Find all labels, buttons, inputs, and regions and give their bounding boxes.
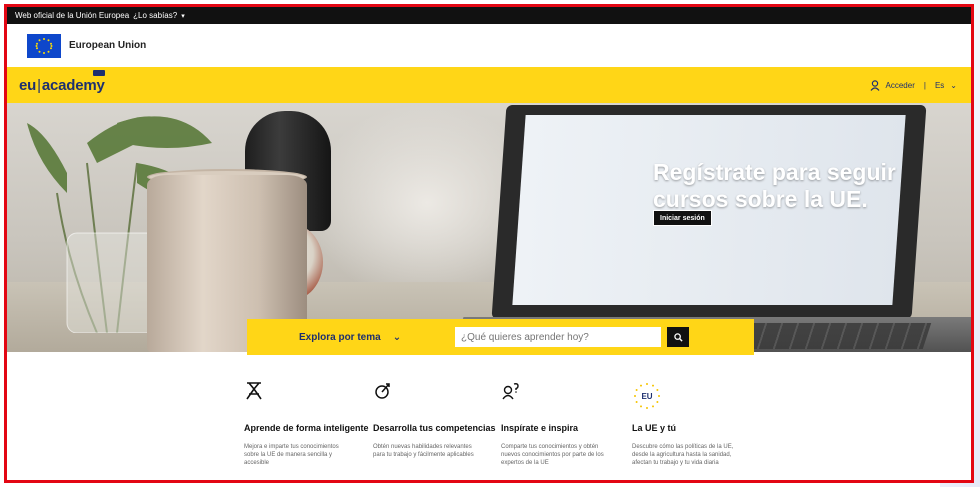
- official-eu-bar: Web oficial de la Unión Europea ¿Lo sabí…: [7, 7, 971, 24]
- feature-text: Comparte tus conocimientos y obtén nuevo…: [501, 444, 604, 466]
- search-button[interactable]: [667, 327, 689, 347]
- logo-academy: academy: [41, 76, 105, 94]
- feature-text: Descubre cómo las políticas de la UE, de…: [632, 444, 734, 466]
- graduation-cap-icon: [92, 69, 105, 76]
- language-chevron-icon[interactable]: ⌄: [950, 81, 957, 90]
- eu-header: European Union: [7, 24, 971, 67]
- skills-icon: [373, 381, 501, 411]
- user-icon[interactable]: [870, 79, 880, 91]
- search-input[interactable]: [455, 327, 661, 347]
- main-nav: eu|academy Acceder | Es ⌄: [7, 67, 971, 103]
- feature-title: Aprende de forma inteligente: [244, 423, 369, 433]
- feature-title: Inspírate e inspira: [501, 423, 579, 433]
- search-icon: [673, 332, 683, 342]
- hero-heading: Regístrate para seguir cursos sobre la U…: [653, 159, 896, 213]
- chevron-down-icon: ⌄: [392, 331, 402, 343]
- topic-label: Explora por tema: [299, 331, 381, 343]
- feature-learn[interactable]: Aprende de forma inteligente Mejora e im…: [244, 381, 373, 480]
- eu-badge-text: EU: [641, 392, 652, 401]
- feature-eu-and-you[interactable]: EU La UE y tú Descubre cómo las política…: [632, 381, 772, 480]
- feature-text: Obtén nuevas habilidades relevantes para…: [373, 444, 474, 458]
- eu-label: European Union: [69, 40, 147, 51]
- eu-stars-icon: EU: [632, 381, 772, 411]
- nav-separator: |: [923, 80, 926, 90]
- language-selector[interactable]: Es: [935, 81, 944, 90]
- feature-title: Desarrolla tus competencias: [373, 423, 496, 433]
- nav-right: Acceder | Es ⌄: [870, 79, 957, 91]
- feature-title: La UE y tú: [632, 423, 677, 433]
- topic-dropdown[interactable]: Explora por tema ⌄: [299, 332, 449, 343]
- inspire-icon: [501, 381, 632, 411]
- features-row: Aprende de forma inteligente Mejora e im…: [244, 381, 964, 480]
- highlight-frame: Web oficial de la Unión Europea ¿Lo sabí…: [4, 4, 974, 483]
- chevron-down-icon[interactable]: ▾: [181, 12, 185, 20]
- hero-heading-line1: Regístrate para seguir: [653, 159, 896, 185]
- official-bar-text: Web oficial de la Unión Europea: [15, 11, 130, 20]
- hero-heading-line2: cursos sobre la UE.: [653, 186, 868, 212]
- feature-text: Mejora e imparte tus conocimientos sobre…: [244, 444, 339, 466]
- hero-banner: Regístrate para seguir cursos sobre la U…: [7, 103, 971, 352]
- feature-inspire[interactable]: Inspírate e inspira Comparte tus conocim…: [501, 381, 632, 480]
- eu-academy-logo[interactable]: eu|academy: [19, 69, 105, 94]
- search-band: Explora por tema ⌄: [247, 319, 754, 355]
- feature-skills[interactable]: Desarrolla tus competencias Obtén nuevas…: [373, 381, 501, 480]
- eu-flag-icon[interactable]: [27, 33, 61, 58]
- learning-icon: [244, 381, 373, 411]
- official-bar-link[interactable]: ¿Lo sabías?: [133, 11, 177, 20]
- logo-eu: eu: [19, 76, 37, 94]
- login-link[interactable]: Acceder: [886, 81, 915, 90]
- login-button[interactable]: Iniciar sesión: [653, 210, 712, 226]
